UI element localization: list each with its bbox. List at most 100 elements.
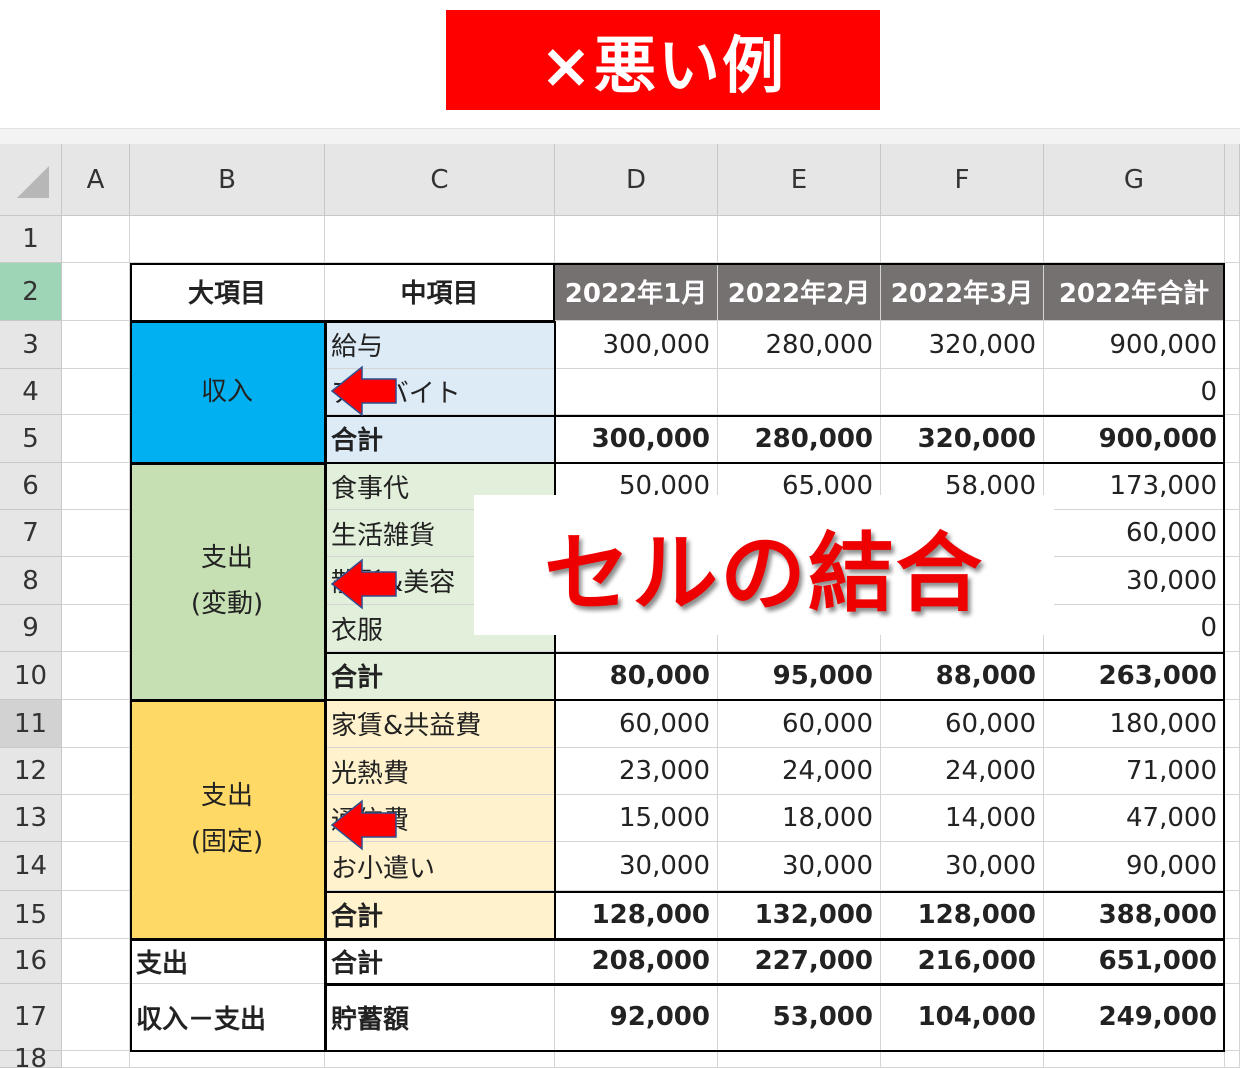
row-header-12[interactable]: 12: [0, 748, 62, 795]
cell-empty[interactable]: [1225, 369, 1240, 415]
value-cell[interactable]: 216,000: [881, 939, 1044, 984]
cell-empty[interactable]: [62, 842, 130, 891]
cell-empty[interactable]: [62, 463, 130, 510]
value-cell[interactable]: 53,000: [718, 984, 881, 1051]
row-header-4[interactable]: 4: [0, 369, 62, 415]
group-income-merged[interactable]: 収入: [130, 321, 325, 463]
header-month[interactable]: 2022年1月: [555, 263, 718, 321]
value-cell[interactable]: 47,000: [1044, 795, 1225, 842]
cell-empty[interactable]: [555, 216, 718, 263]
value-cell[interactable]: 0: [1044, 369, 1225, 415]
cell-empty[interactable]: [1225, 1051, 1240, 1068]
value-cell[interactable]: 300,000: [555, 415, 718, 463]
value-cell[interactable]: [555, 369, 718, 415]
value-cell[interactable]: 320,000: [881, 415, 1044, 463]
header-major-category[interactable]: 大項目: [130, 263, 325, 321]
cell-empty[interactable]: [62, 557, 130, 605]
cell-empty[interactable]: [1225, 415, 1240, 463]
header-month[interactable]: 2022年合計: [1044, 263, 1225, 321]
group-variable-expense-merged[interactable]: 支出 (変動): [130, 463, 325, 700]
cell-empty[interactable]: [62, 652, 130, 700]
row-header-10[interactable]: 10: [0, 652, 62, 700]
select-all-corner[interactable]: [0, 144, 62, 216]
column-header-d[interactable]: D: [555, 144, 718, 216]
value-cell[interactable]: 92,000: [555, 984, 718, 1051]
cell-empty[interactable]: [62, 939, 130, 984]
value-cell[interactable]: 18,000: [718, 795, 881, 842]
cell-empty[interactable]: [62, 216, 130, 263]
cell-empty[interactable]: [62, 1051, 130, 1068]
column-header-f[interactable]: F: [881, 144, 1044, 216]
value-cell[interactable]: 132,000: [718, 891, 881, 939]
cell-empty[interactable]: [1225, 748, 1240, 795]
value-cell[interactable]: 0: [1044, 605, 1225, 652]
row-header-11[interactable]: 11: [0, 700, 62, 748]
value-cell[interactable]: 173,000: [1044, 463, 1225, 510]
column-header-a[interactable]: A: [62, 144, 130, 216]
header-middle-category[interactable]: 中項目: [325, 263, 555, 321]
value-cell[interactable]: 900,000: [1044, 415, 1225, 463]
item-cell[interactable]: 貯蓄額: [325, 984, 555, 1051]
cell-empty[interactable]: [718, 216, 881, 263]
value-cell[interactable]: 208,000: [555, 939, 718, 984]
row-header-3[interactable]: 3: [0, 321, 62, 369]
cell-empty[interactable]: [1225, 842, 1240, 891]
cell-empty[interactable]: [62, 321, 130, 369]
value-cell[interactable]: 15,000: [555, 795, 718, 842]
header-month[interactable]: 2022年2月: [718, 263, 881, 321]
cell-empty[interactable]: [62, 369, 130, 415]
value-cell[interactable]: [881, 369, 1044, 415]
column-header-h[interactable]: [1225, 144, 1240, 216]
row-header-14[interactable]: 14: [0, 842, 62, 891]
header-month[interactable]: 2022年3月: [881, 263, 1044, 321]
cell-empty[interactable]: [881, 1051, 1044, 1068]
item-cell[interactable]: 合計: [325, 415, 555, 463]
cell-empty[interactable]: [1225, 700, 1240, 748]
value-cell[interactable]: 90,000: [1044, 842, 1225, 891]
value-cell[interactable]: 60,000: [881, 700, 1044, 748]
value-cell[interactable]: 227,000: [718, 939, 881, 984]
group-fixed-expense-merged[interactable]: 支出 (固定): [130, 700, 325, 939]
column-header-c[interactable]: C: [325, 144, 555, 216]
cell-empty[interactable]: [1225, 795, 1240, 842]
value-cell[interactable]: 651,000: [1044, 939, 1225, 984]
cell-empty[interactable]: [62, 700, 130, 748]
cell-empty[interactable]: [62, 795, 130, 842]
row-header-5[interactable]: 5: [0, 415, 62, 463]
value-cell[interactable]: 388,000: [1044, 891, 1225, 939]
row-header-7[interactable]: 7: [0, 510, 62, 557]
cell-empty[interactable]: [881, 216, 1044, 263]
cell-empty[interactable]: [62, 984, 130, 1051]
cell-empty[interactable]: [62, 263, 130, 321]
cell-empty[interactable]: [1225, 984, 1240, 1051]
cell-empty[interactable]: [1044, 216, 1225, 263]
value-cell[interactable]: 30,000: [1044, 557, 1225, 605]
column-header-b[interactable]: B: [130, 144, 325, 216]
value-cell[interactable]: [718, 369, 881, 415]
value-cell[interactable]: 128,000: [881, 891, 1044, 939]
item-cell[interactable]: 合計: [325, 891, 555, 939]
value-cell[interactable]: 263,000: [1044, 652, 1225, 700]
value-cell[interactable]: 300,000: [555, 321, 718, 369]
cell-empty[interactable]: [1225, 939, 1240, 984]
value-cell[interactable]: 14,000: [881, 795, 1044, 842]
value-cell[interactable]: 249,000: [1044, 984, 1225, 1051]
cell-empty[interactable]: [1225, 652, 1240, 700]
row-header-13[interactable]: 13: [0, 795, 62, 842]
cell-empty[interactable]: [1225, 321, 1240, 369]
cell-empty[interactable]: [1225, 605, 1240, 652]
cell-empty[interactable]: [1044, 1051, 1225, 1068]
value-cell[interactable]: 60,000: [555, 700, 718, 748]
cell-empty[interactable]: [1225, 557, 1240, 605]
value-cell[interactable]: 128,000: [555, 891, 718, 939]
row-header-8[interactable]: 8: [0, 557, 62, 605]
column-header-g[interactable]: G: [1044, 144, 1225, 216]
value-cell[interactable]: 280,000: [718, 321, 881, 369]
value-cell[interactable]: 900,000: [1044, 321, 1225, 369]
cell-empty[interactable]: [62, 891, 130, 939]
column-header-e[interactable]: E: [718, 144, 881, 216]
cell-empty[interactable]: [62, 415, 130, 463]
item-cell[interactable]: 合計: [325, 652, 555, 700]
row-header-17[interactable]: 17: [0, 984, 62, 1051]
cell-empty[interactable]: [718, 1051, 881, 1068]
